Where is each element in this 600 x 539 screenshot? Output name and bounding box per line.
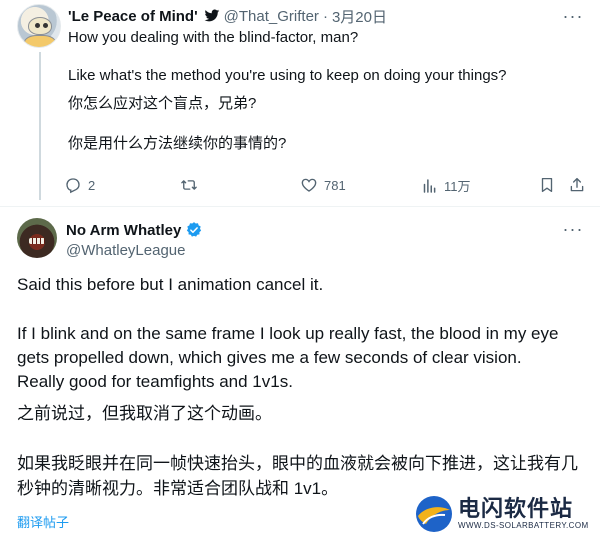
tweet-text-line: 之前说过，但我取消了这个动画。 bbox=[17, 404, 272, 423]
action-bar: 2 781 11万 bbox=[64, 176, 594, 196]
watermark-title: 电闪软件站 bbox=[458, 496, 574, 521]
translate-post-link[interactable]: 翻译帖子 bbox=[17, 512, 69, 531]
like-button[interactable]: 781 bbox=[300, 176, 346, 194]
tweet-text-line: 你怎么应对这个盲点，兄弟? bbox=[68, 95, 257, 112]
share-button[interactable] bbox=[568, 176, 592, 194]
display-name[interactable]: No Arm Whatley bbox=[66, 222, 181, 239]
display-name[interactable]: 'Le Peace of Mind' bbox=[68, 8, 198, 25]
avatar[interactable] bbox=[17, 218, 57, 258]
tweet-text-line: If I blink and on the same frame I look … bbox=[17, 324, 559, 343]
bird-icon bbox=[204, 9, 220, 22]
avatar-teeth bbox=[29, 238, 45, 244]
watermark-text: 电闪软件站 WWW.DS-SOLARBATTERY.COM bbox=[458, 497, 589, 531]
avatar-eye-left bbox=[35, 23, 40, 28]
share-icon bbox=[570, 177, 584, 192]
more-options-icon[interactable]: ··· bbox=[562, 5, 584, 27]
retweet-button[interactable] bbox=[180, 176, 204, 194]
bookmark-button[interactable] bbox=[538, 176, 562, 194]
tweet-header: 'Le Peace of Mind' @That_Grifter · 3月20日 bbox=[68, 6, 387, 26]
bookmark-icon bbox=[541, 177, 553, 193]
retweet-icon bbox=[181, 180, 197, 190]
tweet-text-line: Said this before but I animation cancel … bbox=[17, 275, 324, 294]
reply-button[interactable]: 2 bbox=[64, 176, 95, 194]
watermark-logo-icon bbox=[416, 496, 452, 532]
like-count: 781 bbox=[324, 177, 346, 193]
avatar-figure-body bbox=[24, 35, 56, 47]
watermark-url: WWW.DS-SOLARBATTERY.COM bbox=[458, 521, 589, 530]
handle[interactable]: @That_Grifter bbox=[224, 8, 319, 25]
views-button[interactable]: 11万 bbox=[420, 176, 471, 195]
tweet-text-line: 你是用什么方法继续你的事情的? bbox=[68, 135, 287, 152]
avatar[interactable] bbox=[17, 4, 61, 48]
view-count: 11万 bbox=[444, 179, 471, 194]
tweet-date[interactable]: 3月20日 bbox=[332, 6, 387, 27]
tweet-text-line: 如果我眨眼并在同一帧快速抬头，眼中的血液就会被向下推进，这让我有几 bbox=[17, 454, 578, 473]
tweet-text-line: How you dealing with the blind-factor, m… bbox=[68, 29, 359, 46]
views-chart-icon bbox=[423, 178, 436, 193]
reply-count: 2 bbox=[88, 177, 96, 193]
quoted-reply-tweet[interactable]: 'Le Peace of Mind' @That_Grifter · 3月20日… bbox=[0, 0, 600, 206]
tweet-text-line: gets propelled down, which gives me a fe… bbox=[17, 348, 522, 367]
avatar-figure-face bbox=[28, 17, 52, 35]
watermark: 电闪软件站 WWW.DS-SOLARBATTERY.COM bbox=[414, 494, 596, 534]
separator-dot: · bbox=[322, 7, 328, 25]
divider bbox=[0, 206, 600, 207]
tweet-text-line: 秒钟的清晰视力。非常适合团队战和 1v1。 bbox=[17, 479, 339, 498]
verified-badge-icon bbox=[187, 222, 202, 237]
heart-icon bbox=[301, 178, 317, 192]
handle[interactable]: @WhatleyLeague bbox=[66, 242, 185, 259]
more-options-icon[interactable]: ··· bbox=[562, 218, 584, 240]
avatar-eye-right bbox=[43, 23, 48, 28]
reply-icon bbox=[66, 178, 80, 194]
tweet-text-line: Really good for teamfights and 1v1s. bbox=[17, 372, 293, 391]
tweet-text-line: Like what's the method you're using to k… bbox=[68, 67, 507, 84]
tweet-author-name[interactable]: No Arm Whatley bbox=[66, 221, 203, 239]
thread-line bbox=[39, 52, 41, 200]
